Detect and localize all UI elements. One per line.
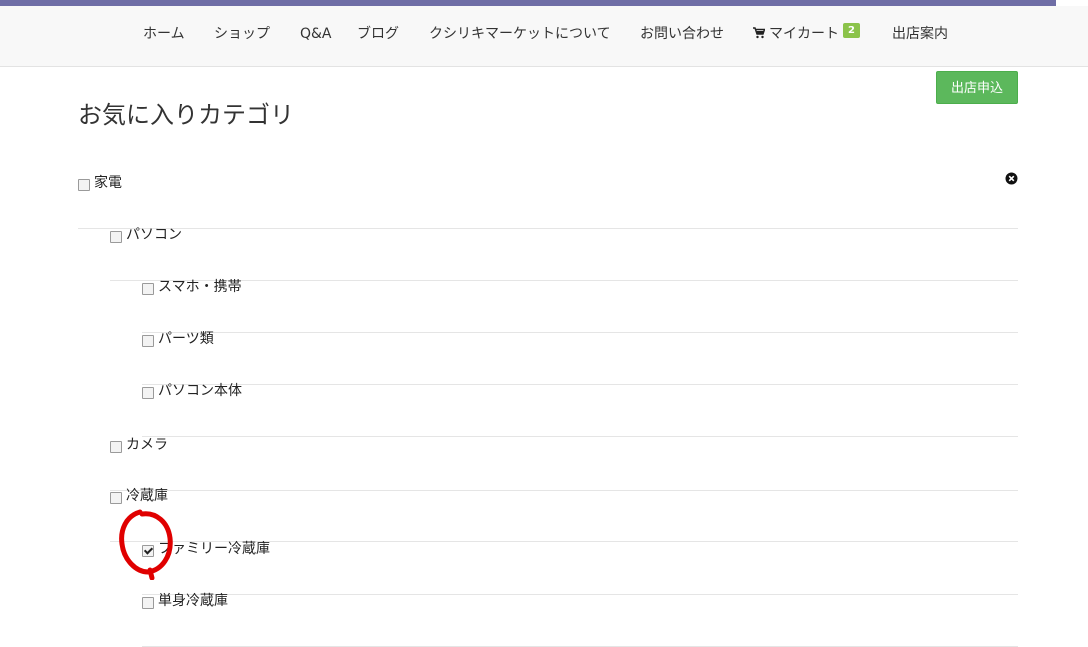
category-label: パーツ類 [158, 331, 214, 347]
category-row: パソコン [110, 227, 1018, 281]
category-row: 家電 [78, 175, 1018, 229]
nav-qa[interactable]: Q&A [300, 25, 332, 43]
category-row: ファミリー冷蔵庫 [142, 541, 1018, 595]
category-label: 冷蔵庫 [126, 488, 168, 504]
category-row: パソコン本体 [142, 383, 1018, 437]
category-label: パソコン [126, 227, 182, 243]
category-checkbox[interactable] [142, 387, 154, 399]
category-label: 単身冷蔵庫 [158, 593, 228, 609]
nav-shop[interactable]: ショップ [214, 25, 270, 43]
category-row: カメラ [110, 437, 1018, 491]
category-row: 冷蔵庫 [110, 488, 1018, 542]
category-row: 単身冷蔵庫 [142, 593, 1018, 647]
category-checkbox[interactable] [142, 597, 154, 609]
category-label: 家電 [94, 175, 122, 191]
category-label: カメラ [126, 437, 168, 453]
cart-label: マイカート [769, 26, 839, 42]
main-navbar: ホーム ショップ Q&A ブログ クシリキマーケットについて お問い合わせ マイ… [0, 6, 1088, 67]
category-checkbox[interactable] [142, 283, 154, 295]
page-title: お気に入りカテゴリ [78, 101, 294, 129]
category-label: パソコン本体 [158, 383, 242, 399]
category-checkbox[interactable] [142, 545, 154, 557]
cart-count-badge: 2 [843, 23, 860, 38]
category-row: パーツ類 [142, 331, 1018, 385]
nav-my-cart[interactable]: マイカート [753, 25, 839, 43]
nav-store-guide[interactable]: 出店案内 [892, 25, 948, 43]
category-checkbox[interactable] [142, 335, 154, 347]
category-checkbox[interactable] [110, 441, 122, 453]
nav-contact[interactable]: お問い合わせ [640, 25, 724, 43]
category-label: スマホ・携帯 [158, 279, 242, 295]
nav-about[interactable]: クシリキマーケットについて [429, 25, 611, 43]
category-row: スマホ・携帯 [142, 279, 1018, 333]
category-checkbox[interactable] [78, 179, 90, 191]
nav-home[interactable]: ホーム [143, 25, 185, 43]
nav-blog[interactable]: ブログ [357, 25, 399, 43]
category-checkbox[interactable] [110, 492, 122, 504]
category-checkbox[interactable] [110, 231, 122, 243]
store-apply-button[interactable]: 出店申込 [936, 71, 1018, 104]
cart-icon [753, 27, 765, 39]
category-label: ファミリー冷蔵庫 [158, 541, 270, 557]
